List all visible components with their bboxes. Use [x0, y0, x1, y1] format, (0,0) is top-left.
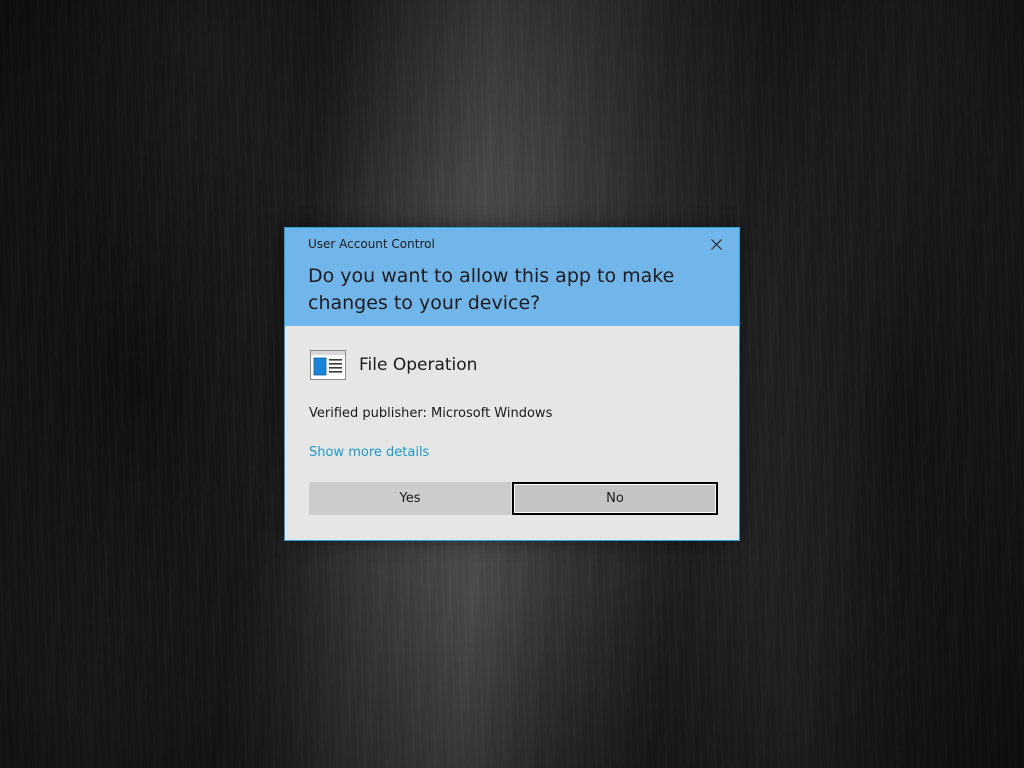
file-operation-icon [310, 350, 346, 380]
app-name: File Operation [359, 355, 478, 375]
close-icon [710, 238, 722, 250]
uac-body: File Operation Verified publisher: Micro… [285, 326, 739, 540]
desktop: User Account Control Do you want to allo… [0, 0, 1024, 768]
uac-header: User Account Control Do you want to allo… [285, 228, 739, 326]
show-more-details-link[interactable]: Show more details [309, 445, 429, 460]
publisher-label: Verified publisher: [309, 406, 432, 421]
yes-button[interactable]: Yes [309, 482, 511, 515]
publisher-line: Verified publisher: Microsoft Windows [309, 406, 552, 421]
uac-question: Do you want to allow this app to make ch… [308, 265, 675, 314]
no-button[interactable]: No [512, 482, 718, 515]
uac-dialog: User Account Control Do you want to allo… [284, 227, 740, 541]
close-button[interactable] [701, 232, 731, 256]
dialog-title: User Account Control [308, 237, 435, 251]
app-row: File Operation [310, 350, 477, 380]
publisher-name: Microsoft Windows [431, 406, 553, 421]
